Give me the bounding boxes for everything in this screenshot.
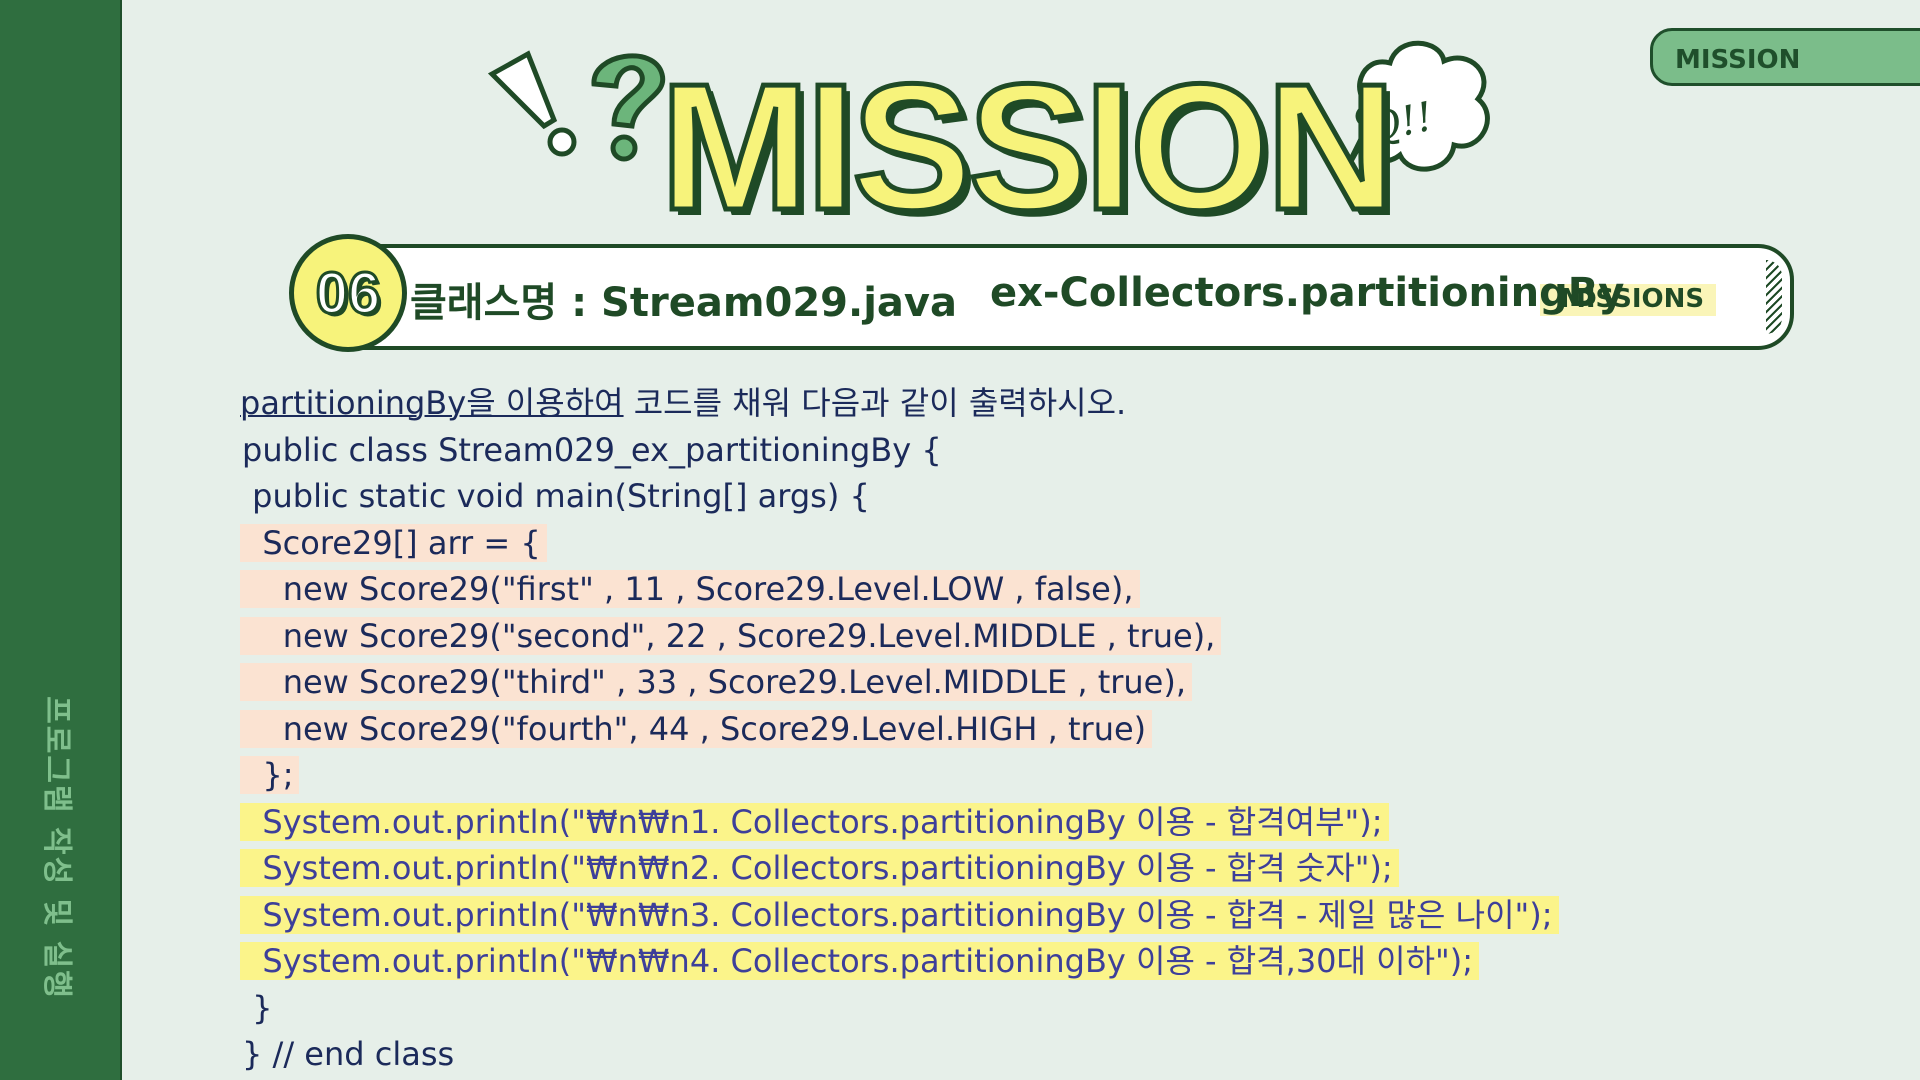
code-line-text: public static void main(String[] args) { — [242, 477, 870, 515]
code-line: new Score29("third" , 33 , Score29.Level… — [240, 659, 1640, 706]
instruction-rest: 코드를 채워 다음과 같이 출력하시오. — [623, 384, 1127, 422]
page-title: MISSION — [658, 47, 1399, 248]
code-line: public class Stream029_ex_partitioningBy… — [240, 427, 1640, 474]
code-line-text: new Score29("fourth", 44 , Score29.Level… — [240, 709, 1153, 748]
code-line-text: public class Stream029_ex_partitioningBy… — [242, 430, 942, 469]
code-line-text: System.out.println("₩n₩n4. Collectors.pa… — [240, 942, 1480, 980]
code-line-text: System.out.println("₩n₩n2. Collectors.pa… — [240, 849, 1399, 887]
code-block: partitioningBy을 이용하여 코드를 채워 다음과 같이 출력하시오… — [240, 380, 1640, 1078]
code-line-text: System.out.println("₩n₩n3. Collectors.pa… — [240, 895, 1559, 934]
topic-label: ex-Collectors.partitioningBy — [990, 270, 1625, 316]
code-line-text: new Score29("first" , 11 , Score29.Level… — [240, 570, 1140, 608]
sidebar-label: 프로그램 작성 및 실행 — [39, 696, 74, 1000]
subtitle-bar-stripes — [1766, 260, 1782, 334]
code-line: new Score29("first" , 11 , Score29.Level… — [240, 566, 1640, 613]
code-line-text: Score29[] arr = { — [240, 523, 547, 562]
code-line: System.out.println("₩n₩n4. Collectors.pa… — [240, 938, 1640, 985]
exclamation-icon — [488, 50, 577, 157]
code-line: } — [240, 985, 1640, 1032]
instruction-underlined: partitioningBy을 이용하여 — [240, 384, 624, 422]
code-line: } // end class — [240, 1031, 1640, 1078]
code-line: System.out.println("₩n₩n3. Collectors.pa… — [240, 892, 1640, 939]
code-line: System.out.println("₩n₩n1. Collectors.pa… — [240, 799, 1640, 846]
mission-number: 06 — [314, 259, 381, 327]
code-line-text: new Score29("third" , 33 , Score29.Level… — [240, 663, 1193, 701]
code-line-text: }; — [240, 756, 300, 794]
code-line: new Score29("fourth", 44 , Score29.Level… — [240, 706, 1640, 753]
title-wrap: MISSION — [658, 47, 1399, 248]
mission-number-badge: 06 — [289, 234, 407, 352]
code-line: public static void main(String[] args) { — [240, 473, 1640, 520]
code-lines: public class Stream029_ex_partitioningBy… — [240, 427, 1640, 1078]
class-name-label: 클래스명 : Stream029.java — [410, 280, 957, 326]
code-line-text: } — [242, 988, 273, 1027]
corner-tab: MISSION — [1650, 28, 1920, 86]
code-line: System.out.println("₩n₩n2. Collectors.pa… — [240, 845, 1640, 892]
instruction-line: partitioningBy을 이용하여 코드를 채워 다음과 같이 출력하시오… — [240, 380, 1640, 427]
corner-tab-label: MISSION — [1675, 45, 1801, 75]
code-line: }; — [240, 752, 1640, 799]
missions-tag: MISSIONS — [1560, 284, 1705, 314]
code-line-text: System.out.println("₩n₩n1. Collectors.pa… — [240, 802, 1389, 841]
sidebar: 프로그램 작성 및 실행 — [0, 0, 122, 1080]
code-line: new Score29("second", 22 , Score29.Level… — [240, 613, 1640, 660]
code-line-text: new Score29("second", 22 , Score29.Level… — [240, 616, 1222, 655]
code-line-text: } // end class — [242, 1035, 455, 1073]
code-line: Score29[] arr = { — [240, 520, 1640, 567]
